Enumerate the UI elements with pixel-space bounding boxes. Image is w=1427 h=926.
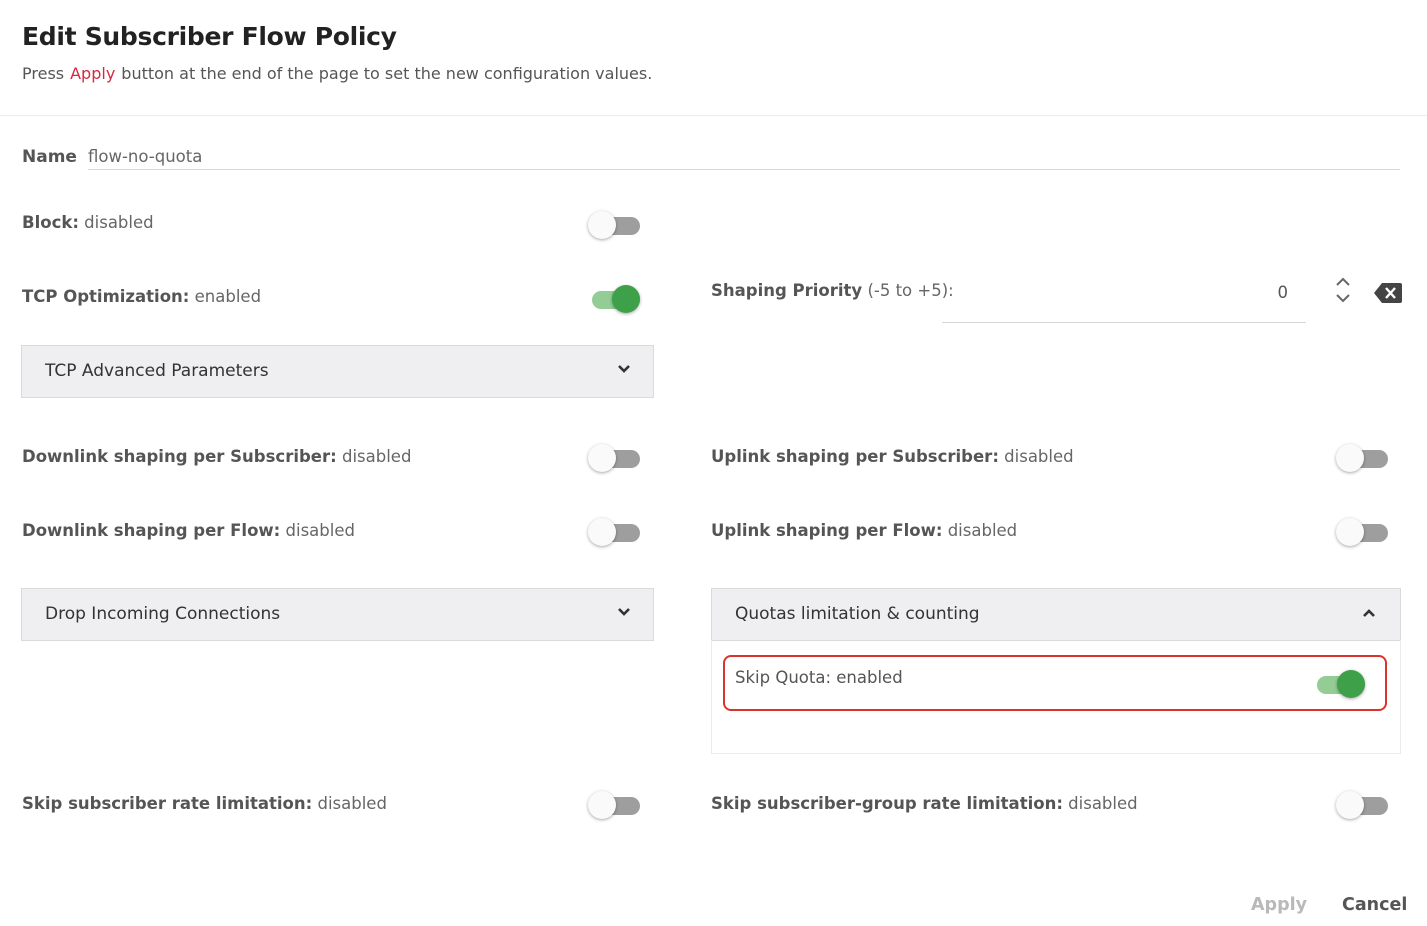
uplink-subscriber-state: disabled (1004, 447, 1074, 466)
uplink-subscriber-label-key: Uplink shaping per Subscriber: (711, 447, 999, 466)
page-title: Edit Subscriber Flow Policy (22, 22, 397, 51)
skip-subscriber-rate-label: Skip subscriber rate limitation: disable… (22, 794, 387, 813)
skip-group-rate-label: Skip subscriber-group rate limitation: d… (711, 794, 1138, 813)
downlink-subscriber-label-key: Downlink shaping per Subscriber: (22, 447, 337, 466)
apply-button[interactable]: Apply (1251, 895, 1307, 915)
downlink-flow-label-key: Downlink shaping per Flow: (22, 521, 281, 540)
skip-quota-state: enabled (836, 668, 903, 687)
shaping-priority-spinner-icon[interactable] (1333, 276, 1353, 306)
skip-quota-toggle[interactable] (1313, 668, 1365, 698)
drop-incoming-panel[interactable]: Drop Incoming Connections (21, 588, 654, 641)
skip-group-rate-toggle[interactable] (1336, 789, 1388, 819)
block-toggle[interactable] (588, 209, 640, 239)
uplink-flow-state: disabled (947, 521, 1018, 540)
quotas-panel[interactable]: Quotas limitation & counting (711, 588, 1401, 641)
quotas-title: Quotas limitation & counting (735, 604, 980, 624)
downlink-subscriber-state: disabled (341, 447, 412, 466)
skip-quota-label: Skip Quota: enabled (735, 668, 903, 687)
uplink-subscriber-toggle-knob (1336, 444, 1364, 472)
uplink-flow-toggle[interactable] (1336, 516, 1388, 546)
skip-subscriber-rate-state: disabled (317, 794, 387, 813)
tcp-advanced-panel[interactable]: TCP Advanced Parameters (21, 345, 654, 398)
chevron-up-icon (1362, 603, 1376, 623)
tcp-optimization-label-key: TCP Optimization: (22, 287, 190, 306)
shaping-priority-value: 0 (1277, 283, 1289, 302)
chevron-down-icon (617, 602, 631, 622)
shaping-priority-input[interactable]: 0 (942, 275, 1306, 323)
block-label-key: Block: (22, 213, 79, 232)
subtitle-suffix: button at the end of the page to set the… (121, 64, 653, 83)
uplink-subscriber-label: Uplink shaping per Subscriber: disabled (711, 447, 1074, 466)
backspace-clear-icon[interactable] (1374, 282, 1402, 304)
skip-quota-toggle-knob (1337, 670, 1365, 698)
name-input[interactable] (88, 143, 1400, 170)
shaping-priority-range: (-5 to +5): (867, 281, 954, 300)
downlink-flow-state: disabled (285, 521, 355, 540)
uplink-subscriber-toggle[interactable] (1336, 442, 1388, 472)
skip-group-rate-toggle-knob (1336, 791, 1364, 819)
tcp-optimization-toggle-knob (612, 285, 640, 313)
name-label: Name (22, 147, 77, 167)
cancel-button[interactable]: Cancel (1342, 895, 1407, 915)
tcp-advanced-title: TCP Advanced Parameters (45, 361, 269, 381)
block-label: Block: disabled (22, 213, 154, 232)
block-toggle-knob (588, 211, 616, 239)
downlink-flow-toggle[interactable] (588, 516, 640, 546)
backspace-icon (1374, 283, 1402, 303)
skip-quota-label-key: Skip Quota: (735, 668, 832, 687)
block-state: disabled (84, 213, 154, 232)
downlink-flow-label: Downlink shaping per Flow: disabled (22, 521, 355, 540)
shaping-priority-label-key: Shaping Priority (711, 281, 863, 300)
spinner-arrows-icon (1336, 277, 1350, 303)
skip-group-rate-label-key: Skip subscriber-group rate limitation: (711, 794, 1063, 813)
tcp-optimization-state: enabled (194, 287, 262, 306)
downlink-subscriber-toggle[interactable] (588, 442, 640, 472)
shaping-priority-label: Shaping Priority (-5 to +5): (711, 281, 954, 300)
subtitle-apply-highlight: Apply (70, 64, 116, 83)
chevron-down-icon (617, 359, 631, 379)
page-header: Edit Subscriber Flow Policy Press Apply bu… (0, 0, 1427, 116)
downlink-subscriber-toggle-knob (588, 444, 616, 472)
page-subtitle: Press Apply button at the end of the page … (22, 64, 652, 83)
subtitle-prefix: Press (22, 64, 65, 83)
drop-incoming-title: Drop Incoming Connections (45, 604, 281, 624)
tcp-optimization-toggle[interactable] (588, 283, 640, 313)
uplink-flow-toggle-knob (1336, 518, 1364, 546)
uplink-flow-label-key: Uplink shaping per Flow: (711, 521, 943, 540)
downlink-subscriber-label: Downlink shaping per Subscriber: disable… (22, 447, 411, 466)
skip-subscriber-rate-toggle[interactable] (588, 789, 640, 819)
uplink-flow-label: Uplink shaping per Flow: disabled (711, 521, 1017, 540)
skip-subscriber-rate-toggle-knob (588, 791, 616, 819)
skip-subscriber-rate-label-key: Skip subscriber rate limitation: (22, 794, 313, 813)
tcp-optimization-label: TCP Optimization: enabled (22, 287, 261, 306)
downlink-flow-toggle-knob (588, 518, 616, 546)
skip-group-rate-state: disabled (1068, 794, 1138, 813)
